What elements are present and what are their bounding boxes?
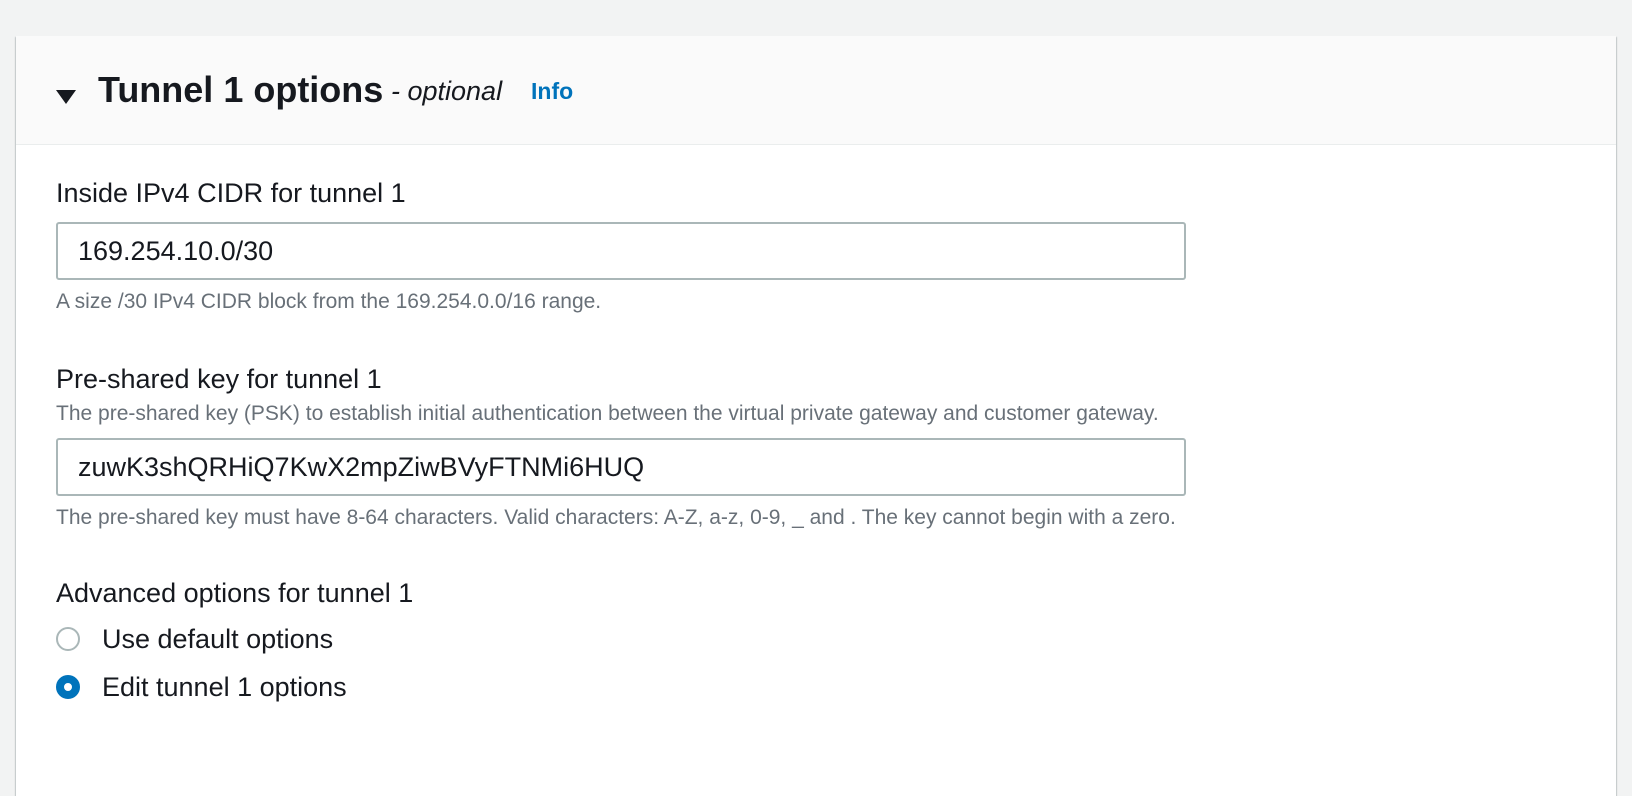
panel-header[interactable]: Tunnel 1 options - optional Info (16, 36, 1616, 145)
section-title: Tunnel 1 options (98, 69, 384, 110)
caret-down-icon[interactable] (56, 90, 76, 104)
optional-label: - optional (391, 76, 503, 106)
radio-label-edit-tunnel: Edit tunnel 1 options (102, 672, 347, 702)
inside-cidr-input[interactable] (56, 222, 1186, 280)
psk-description: The pre-shared key (PSK) to establish in… (56, 402, 1159, 425)
radio-option-edit-tunnel[interactable]: Edit tunnel 1 options (56, 670, 347, 704)
radio-checked-icon[interactable] (56, 675, 80, 699)
radio-option-use-default[interactable]: Use default options (56, 622, 333, 656)
inside-cidr-hint: A size /30 IPv4 CIDR block from the 169.… (56, 290, 602, 313)
advanced-options-label: Advanced options for tunnel 1 (56, 578, 414, 608)
radio-label-use-default: Use default options (102, 624, 334, 654)
inside-cidr-label: Inside IPv4 CIDR for tunnel 1 (56, 178, 406, 208)
tunnel-1-options-panel: Tunnel 1 options - optional Info Inside … (16, 36, 1616, 796)
psk-hint: The pre-shared key must have 8-64 charac… (56, 506, 1176, 529)
psk-label: Pre-shared key for tunnel 1 (56, 364, 382, 394)
psk-input[interactable] (56, 438, 1186, 496)
radio-unchecked-icon[interactable] (56, 627, 80, 651)
info-link[interactable]: Info (531, 76, 573, 106)
